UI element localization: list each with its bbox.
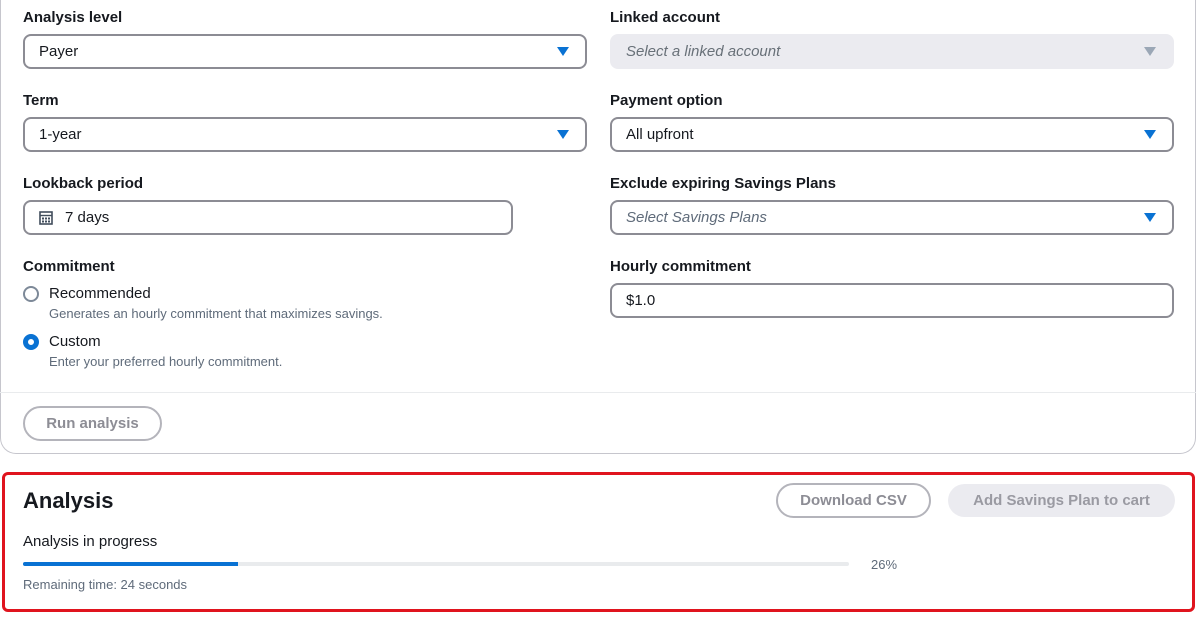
progress-bar-fill: [23, 562, 238, 566]
lookback-period-label: Lookback period: [23, 175, 144, 192]
analysis-level-select[interactable]: Payer: [23, 34, 587, 69]
analysis-title: Analysis: [23, 488, 114, 513]
radio-recommended[interactable]: [23, 286, 39, 302]
exclude-expiring-placeholder: Select Savings Plans: [626, 209, 767, 226]
calendar-icon: [39, 210, 53, 225]
divider: [0, 392, 1196, 393]
term-value: 1-year: [39, 126, 82, 143]
exclude-expiring-label: Exclude expiring Savings Plans: [610, 175, 836, 192]
caret-down-icon: [1144, 47, 1156, 56]
linked-account-select: Select a linked account: [610, 34, 1174, 69]
linked-account-label: Linked account: [610, 9, 721, 26]
payment-option-select[interactable]: All upfront: [610, 117, 1174, 152]
analysis-level-value: Payer: [39, 43, 79, 60]
run-analysis-button[interactable]: Run analysis: [23, 406, 162, 441]
hourly-commitment-label: Hourly commitment: [610, 258, 751, 275]
term-label: Term: [23, 92, 59, 109]
caret-down-icon: [557, 130, 569, 139]
radio-custom-label[interactable]: Custom: [49, 333, 101, 350]
payment-option-value: All upfront: [626, 126, 694, 143]
payment-option-label: Payment option: [610, 92, 723, 109]
download-csv-button[interactable]: Download CSV: [776, 483, 931, 518]
radio-recommended-description: Generates an hourly commitment that maxi…: [49, 306, 383, 321]
radio-custom[interactable]: [23, 334, 39, 350]
remaining-time: Remaining time: 24 seconds: [23, 577, 188, 592]
analysis-level-label: Analysis level: [23, 9, 123, 26]
radio-recommended-label[interactable]: Recommended: [49, 285, 151, 302]
linked-account-placeholder: Select a linked account: [626, 43, 781, 60]
radio-custom-description: Enter your preferred hourly commitment.: [49, 354, 283, 369]
lookback-period-value: 7 days: [65, 209, 110, 226]
hourly-commitment-value: $1.0: [626, 292, 656, 309]
exclude-expiring-select[interactable]: Select Savings Plans: [610, 200, 1174, 235]
caret-down-icon: [1144, 130, 1156, 139]
progress-bar: [23, 562, 849, 566]
term-select[interactable]: 1-year: [23, 117, 587, 152]
commitment-label: Commitment: [23, 258, 115, 275]
add-to-cart-button[interactable]: Add Savings Plan to cart: [948, 484, 1175, 517]
progress-label: Analysis in progress: [23, 533, 158, 550]
lookback-period-input[interactable]: 7 days: [23, 200, 513, 235]
hourly-commitment-input[interactable]: $1.0: [610, 283, 1174, 318]
progress-percent: 26%: [871, 557, 898, 572]
caret-down-icon: [557, 47, 569, 56]
caret-down-icon: [1144, 213, 1156, 222]
